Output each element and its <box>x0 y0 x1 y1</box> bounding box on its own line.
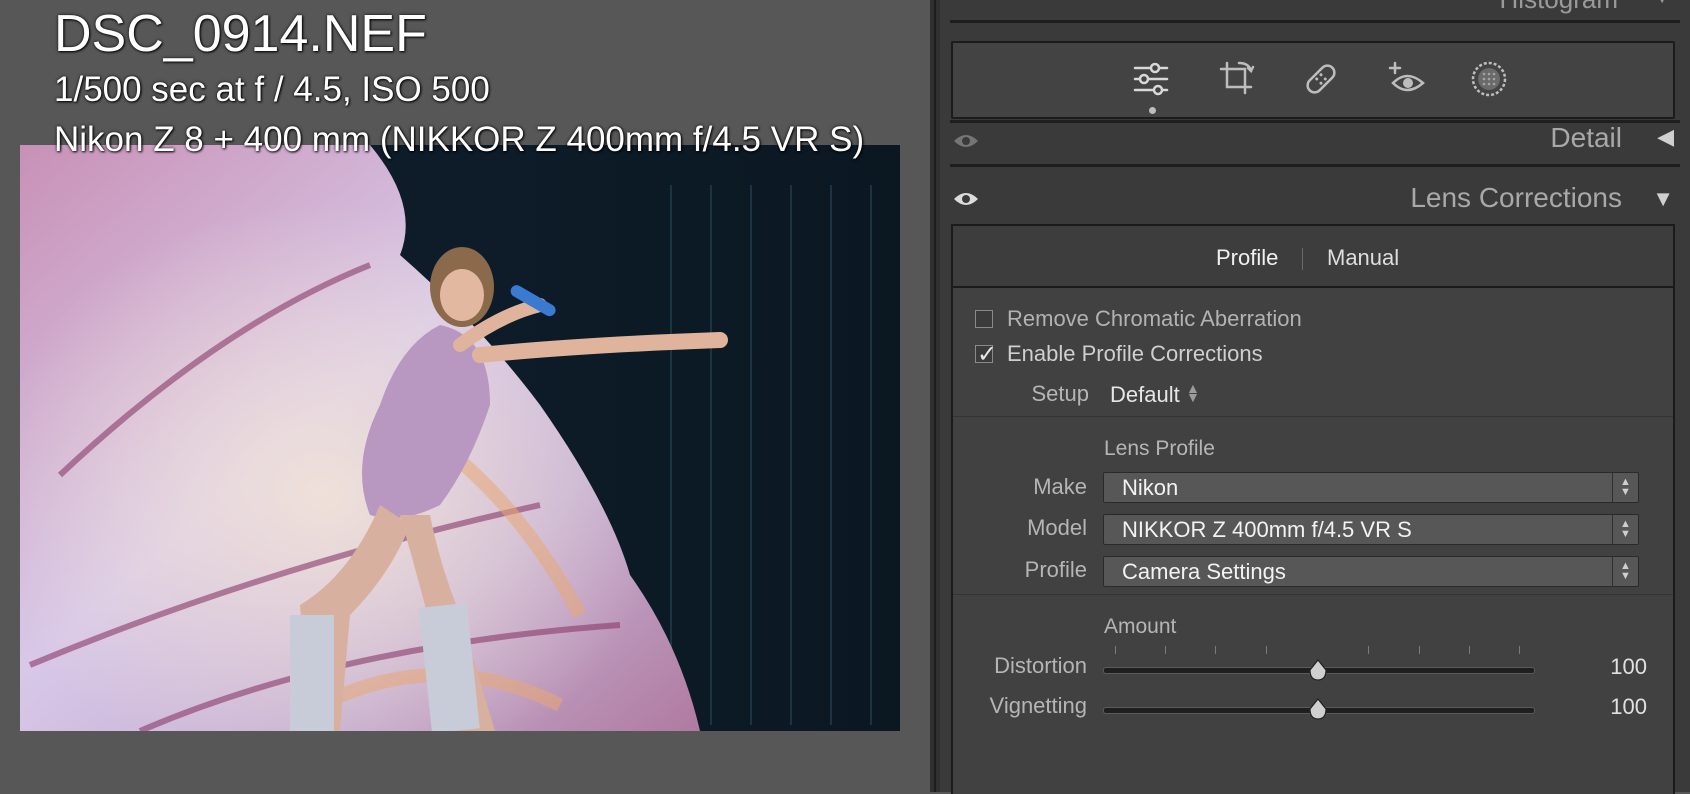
lens-tabs: Profile Manual <box>953 226 1673 288</box>
lens-corrections-title: Lens Corrections <box>1410 182 1622 213</box>
photo-illustration <box>20 145 900 731</box>
profile-select[interactable]: Camera Settings ▲ ▼ <box>1103 556 1639 587</box>
inner-divider <box>953 594 1673 595</box>
healing-bandage-icon[interactable] <box>1297 55 1345 103</box>
detail-section-header[interactable]: Detail ◀ <box>940 118 1690 158</box>
enable-profile-checkbox[interactable]: ✓ <box>975 341 997 368</box>
profile-value: Camera Settings <box>1122 559 1286 584</box>
model-label: Model <box>1027 515 1087 540</box>
histogram-label: Histogram <box>1500 0 1618 15</box>
distortion-slider-thumb[interactable] <box>1308 659 1328 681</box>
visibility-eye-icon[interactable] <box>952 130 980 152</box>
tab-separator <box>1302 248 1303 270</box>
exposure-info: 1/500 sec at f / 4.5, ISO 500 <box>54 70 490 109</box>
checkmark-icon: ✓ <box>977 341 998 368</box>
enable-profile-label: Enable Profile Corrections <box>1007 341 1263 366</box>
remove-ca-label: Remove Chromatic Aberration <box>1007 306 1302 331</box>
panel-divider[interactable] <box>930 0 940 792</box>
visibility-eye-icon[interactable] <box>952 188 980 210</box>
remove-ca-checkbox[interactable] <box>975 310 993 328</box>
make-value: Nikon <box>1122 475 1179 500</box>
tab-manual[interactable]: Manual <box>1327 245 1399 271</box>
setup-dropdown[interactable]: Default <box>1110 382 1180 408</box>
red-eye-icon[interactable] <box>1383 55 1431 103</box>
file-name: DSC_0914.NEF <box>54 5 427 63</box>
inner-divider <box>953 416 1673 417</box>
detail-section-title: Detail <box>1550 122 1622 153</box>
lens-corrections-header[interactable]: Lens Corrections ▼ <box>940 176 1690 222</box>
active-tool-indicator <box>1149 107 1156 114</box>
profile-label: Profile <box>1024 557 1087 582</box>
distortion-label: Distortion <box>994 653 1087 678</box>
develop-panel: Histogram ▼ <box>940 0 1690 794</box>
setup-stepper-icon[interactable]: ▲ ▼ <box>1186 381 1200 404</box>
make-label: Make <box>1033 474 1087 499</box>
select-arrows-icon: ▲ ▼ <box>1612 515 1638 544</box>
distortion-ticks <box>1103 646 1533 654</box>
section-rule <box>950 20 1680 23</box>
lens-corrections-body: Profile Manual Remove Chromatic Aberrati… <box>951 224 1675 794</box>
amount-title: Amount <box>1104 615 1177 638</box>
vignetting-label: Vignetting <box>989 693 1087 718</box>
crop-icon[interactable] <box>1213 55 1261 103</box>
make-select[interactable]: Nikon ▲ ▼ <box>1103 472 1639 503</box>
vignetting-value[interactable]: 100 <box>1610 694 1647 720</box>
model-select[interactable]: NIKKOR Z 400mm f/4.5 VR S ▲ ▼ <box>1103 514 1639 545</box>
select-arrows-icon: ▲ ▼ <box>1612 473 1638 502</box>
distortion-value[interactable]: 100 <box>1610 654 1647 680</box>
setup-label: Setup <box>1031 381 1090 406</box>
select-arrows-icon: ▲ ▼ <box>1612 557 1638 586</box>
section-rule <box>950 164 1680 167</box>
collapse-arrow-icon[interactable]: ▼ <box>1652 186 1674 212</box>
tab-profile[interactable]: Profile <box>1216 245 1278 271</box>
expand-arrow-icon[interactable]: ◀ <box>1657 124 1674 150</box>
histogram-collapse-icon[interactable]: ▼ <box>1652 0 1672 9</box>
camera-lens-info: Nikon Z 8 + 400 mm (NIKKOR Z 400mm f/4.5… <box>54 120 865 159</box>
edit-sliders-icon[interactable] <box>1127 55 1175 103</box>
histogram-header[interactable]: Histogram ▼ <box>940 0 1690 18</box>
vignetting-slider-thumb[interactable] <box>1308 698 1328 720</box>
tool-strip <box>951 41 1675 119</box>
photo-image[interactable] <box>20 145 900 731</box>
lens-profile-title: Lens Profile <box>1104 437 1215 460</box>
masking-icon[interactable] <box>1465 55 1513 103</box>
photo-viewer: DSC_0914.NEF 1/500 sec at f / 4.5, ISO 5… <box>0 0 930 792</box>
model-value: NIKKOR Z 400mm f/4.5 VR S <box>1122 517 1412 542</box>
